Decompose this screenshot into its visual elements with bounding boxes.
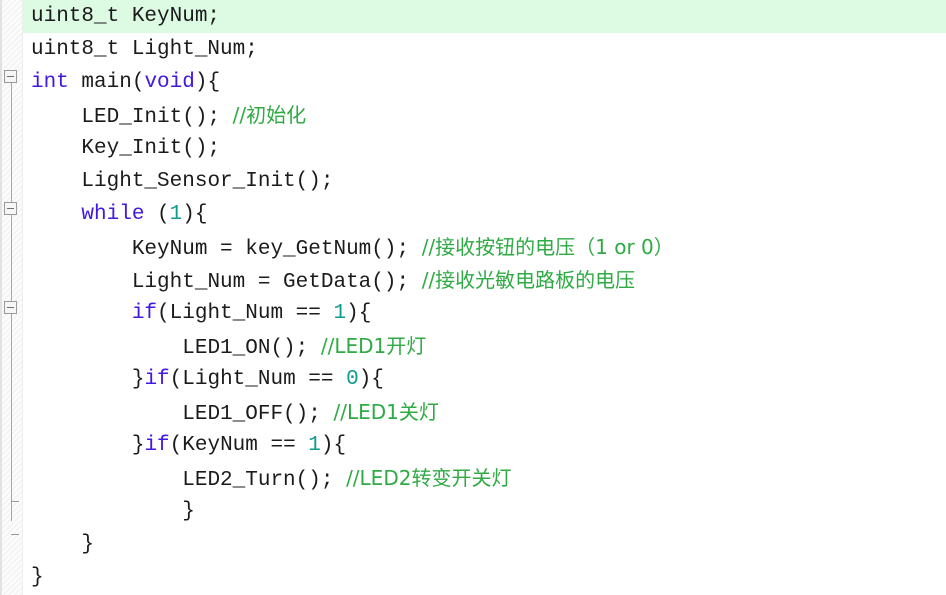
keyword-token: void [144, 71, 195, 94]
code-token: } [31, 566, 44, 589]
code-token: KeyNum = key_GetNum(); [131, 238, 422, 261]
code-token: } [182, 500, 195, 523]
fold-end-if [11, 501, 19, 502]
line-close-if-block[interactable]: } [23, 495, 946, 528]
line-if-keynum-1[interactable]: }if(KeyNum == 1){ [23, 429, 946, 462]
code-token: uint8_t KeyNum; [31, 5, 221, 28]
fold-box-main[interactable] [4, 70, 17, 83]
keyword-token: if [144, 434, 170, 457]
comment-token: //LED1关灯 [333, 400, 439, 424]
line-close-while-block[interactable]: } [23, 528, 946, 561]
comment-token: //初始化 [232, 103, 307, 127]
line-keynum-assign[interactable]: KeyNum = key_GetNum(); //接收按钮的电压（1 or 0） [23, 231, 946, 264]
line-key-init[interactable]: Key_Init(); [23, 132, 946, 165]
code-token: LED1_ON(); [182, 337, 321, 360]
line-lightnum-assign[interactable]: Light_Num = GetData(); //接收光敏电路板的电压 [23, 264, 946, 297]
code-token: LED2_Turn(); [182, 469, 347, 492]
keyword-token: while [81, 203, 145, 226]
code-token: ){ [182, 203, 208, 226]
line-light-sensor-init[interactable]: Light_Sensor_Init(); [23, 165, 946, 198]
line-declare-lightnum[interactable]: uint8_t Light_Num; [23, 33, 946, 66]
line-main-signature[interactable]: int main(void){ [23, 66, 946, 99]
code-token: } [131, 368, 145, 391]
line-declare-keynum[interactable]: uint8_t KeyNum; [23, 0, 946, 33]
gutter-left-edge [0, 0, 2, 595]
fold-end-while [11, 534, 19, 535]
code-token: LED_Init(); [81, 106, 233, 129]
code-token: Light_Sensor_Init(); [81, 170, 334, 193]
code-token: main( [68, 71, 145, 94]
keyword-token: if [144, 368, 170, 391]
code-token: Key_Init(); [81, 137, 221, 160]
code-token: ){ [320, 434, 347, 457]
fold-box-while[interactable] [4, 202, 17, 215]
line-while-loop[interactable]: while (1){ [23, 198, 946, 231]
code-editor[interactable]: uint8_t KeyNum; uint8_t Light_Num;int mai… [0, 0, 946, 595]
line-if-lightnum-0[interactable]: }if(Light_Num == 0){ [23, 363, 946, 396]
code-token: ){ [358, 368, 384, 391]
fold-box-if[interactable] [4, 301, 17, 314]
code-token: uint8_t Light_Num; [31, 38, 258, 61]
code-token: ( [144, 203, 170, 226]
line-led1-on[interactable]: LED1_ON(); //LED1开灯 [23, 330, 946, 363]
line-led-init[interactable]: LED_Init(); //初始化 [23, 99, 946, 132]
line-led2-turn[interactable]: LED2_Turn(); //LED2转变开关灯 [23, 462, 946, 495]
code-token: ){ [346, 302, 372, 325]
code-token: ){ [194, 71, 221, 94]
number-token: 1 [169, 203, 183, 226]
comment-token: //LED2转变开关灯 [346, 466, 512, 490]
code-token: (Light_Num == [157, 302, 334, 325]
keyword-token: if [131, 302, 158, 325]
code-text-area[interactable]: uint8_t KeyNum; uint8_t Light_Num;int mai… [23, 0, 946, 595]
line-led1-off[interactable]: LED1_OFF(); //LED1关灯 [23, 396, 946, 429]
code-token: LED1_OFF(); [182, 403, 334, 426]
line-close-main-block[interactable]: } [23, 561, 946, 594]
code-token: (KeyNum == [169, 434, 309, 457]
code-token: } [131, 434, 145, 457]
code-token: } [81, 533, 95, 556]
number-token: 0 [346, 368, 359, 391]
comment-token: //接收光敏电路板的电压 [421, 268, 636, 292]
keyword-token: int [31, 71, 69, 94]
fold-line-if [11, 314, 12, 501]
comment-token: //LED1开灯 [320, 334, 427, 358]
number-token: 1 [308, 434, 321, 457]
number-token: 1 [333, 302, 347, 325]
comment-token: //接收按钮的电压（1 or 0） [421, 235, 674, 259]
line-if-lightnum-1[interactable]: if(Light_Num == 1){ [23, 297, 946, 330]
code-token: (Light_Num == [169, 368, 347, 391]
code-line-list[interactable]: uint8_t KeyNum; uint8_t Light_Num;int mai… [23, 0, 946, 594]
code-token: Light_Num = GetData(); [131, 271, 422, 294]
fold-gutter[interactable] [0, 0, 23, 595]
